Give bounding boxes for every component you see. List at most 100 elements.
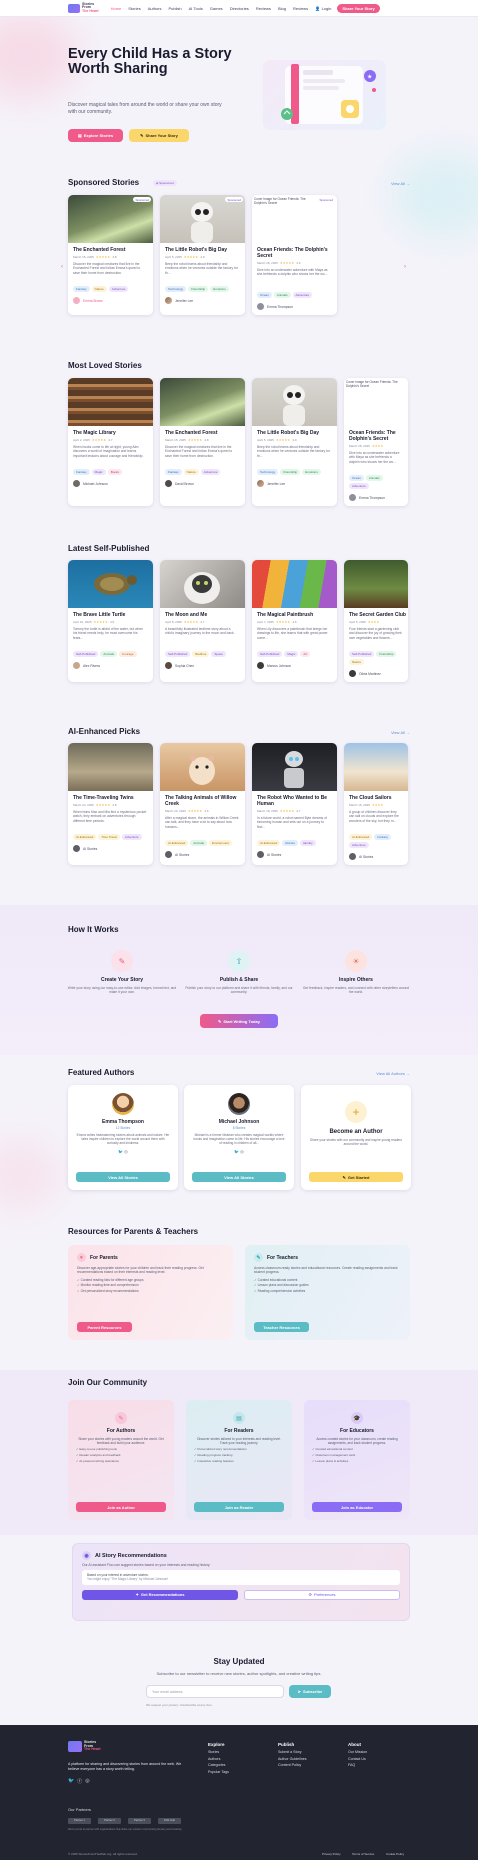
story-tag[interactable]: Friendship <box>280 469 301 475</box>
footer-link[interactable]: Content Policy <box>278 1763 307 1767</box>
story-tag[interactable]: Emotions <box>302 469 321 475</box>
story-tag[interactable]: Friendship <box>376 651 397 657</box>
story-card[interactable]: Sponsored The Little Robot's Big Day Apr… <box>160 195 245 315</box>
start-writing-button[interactable]: ✎ Start Writing Today <box>200 1014 278 1028</box>
nav-ai-tools[interactable]: AI Tools <box>189 6 203 11</box>
story-tag[interactable]: Animals <box>365 475 383 481</box>
story-card[interactable]: The Enchanted Forest March 15, 2025 ★★★★★… <box>160 378 245 506</box>
subscribe-button[interactable]: ➤ Subscribe <box>289 1685 331 1698</box>
story-title[interactable]: The Moon and Me <box>165 612 240 618</box>
get-recommendations-button[interactable]: ✦ Get Recommendations <box>82 1589 238 1600</box>
story-author[interactable]: David Brown <box>165 480 240 487</box>
instagram-icon[interactable]: ◎ <box>85 1778 89 1785</box>
nav-publish[interactable]: Publish <box>169 6 182 11</box>
story-card[interactable]: Sponsored The Enchanted Forest March 15,… <box>68 195 153 315</box>
story-tag[interactable]: Fantasy <box>73 469 90 475</box>
story-tag[interactable]: Adventure <box>108 286 129 292</box>
preferences-button[interactable]: ⚙ Preferences <box>243 1589 400 1600</box>
story-tag[interactable]: Magic <box>91 469 106 475</box>
join-author-button[interactable]: Join as Author <box>76 1502 166 1512</box>
terms-link[interactable]: Terms of Service <box>352 1852 374 1856</box>
story-title[interactable]: The Magical Paintbrush <box>257 612 332 618</box>
story-title[interactable]: The Enchanted Forest <box>165 430 240 436</box>
partner-logo[interactable]: Kids' Hub <box>158 1818 181 1824</box>
story-title[interactable]: The Magic Library <box>73 430 148 436</box>
nav-home[interactable]: Home <box>111 6 122 11</box>
join-reader-button[interactable]: Join as Reader <box>194 1502 284 1512</box>
story-tag[interactable]: Self-Published <box>165 651 191 657</box>
story-tag[interactable]: Identity <box>299 840 316 846</box>
story-tag[interactable]: Adventure <box>349 842 369 848</box>
story-title[interactable]: The Cloud Sailors <box>349 795 403 801</box>
partner-logo[interactable]: Partner 3 <box>128 1818 151 1824</box>
story-card[interactable]: The Talking Animals of Willow Creek Marc… <box>160 743 245 865</box>
story-author[interactable]: Alex Rivera <box>73 662 148 669</box>
footer-link[interactable]: Our Mission <box>348 1750 367 1754</box>
nav-games[interactable]: Games <box>210 6 223 11</box>
instagram-icon[interactable]: ◎ <box>124 1149 128 1154</box>
nav-blog[interactable]: Blog <box>278 6 286 11</box>
story-author[interactable]: AI Stories <box>165 851 240 858</box>
story-tag[interactable]: AI-Enhanced <box>349 834 373 840</box>
story-tag[interactable]: Courage <box>119 651 137 657</box>
privacy-link[interactable]: Privacy Policy <box>322 1852 341 1856</box>
story-tag[interactable]: Animals <box>100 651 118 657</box>
teacher-resources-button[interactable]: Teacher Resources <box>254 1322 309 1332</box>
story-card[interactable]: The Time-Traveling Twins March 22, 2025 ★… <box>68 743 153 865</box>
twitter-icon[interactable]: 🐦 <box>68 1778 74 1785</box>
parent-resources-button[interactable]: Parent Resources <box>77 1322 132 1332</box>
footer-link[interactable]: Submit a Story <box>278 1750 307 1754</box>
story-tag[interactable]: Nature <box>91 286 107 292</box>
story-tag[interactable]: Emotions <box>210 286 229 292</box>
story-author[interactable]: Michael Johnson <box>73 480 148 487</box>
story-title[interactable]: The Little Robot's Big Day <box>257 430 332 436</box>
story-author[interactable]: Sophia Chen <box>165 662 240 669</box>
story-card[interactable]: The Brave Little Turtle April 10, 2025 ★★… <box>68 560 153 682</box>
story-tag[interactable]: Adventure <box>292 292 313 298</box>
story-tag[interactable]: AI-Enhanced <box>73 834 97 840</box>
nav-reviews-2[interactable]: Reviews <box>293 6 308 11</box>
story-author[interactable]: Emma Thompson <box>257 303 332 310</box>
authors-view-all[interactable]: View All Authors → <box>376 1071 410 1076</box>
story-title[interactable]: The Secret Garden Club <box>349 612 406 618</box>
story-tag[interactable]: Adventure <box>349 483 369 489</box>
story-author[interactable]: Emma Brown <box>73 297 148 304</box>
story-card[interactable]: The Moon and Me April 8, 2025 ★★★★★ 4.7 A … <box>160 560 245 682</box>
story-tag[interactable]: Friendship <box>188 286 209 292</box>
story-author[interactable]: AI Stories <box>257 851 332 858</box>
story-tag[interactable]: Fantasy <box>165 469 182 475</box>
story-tag[interactable]: Environment <box>209 840 232 846</box>
story-author[interactable]: Emma Thompson <box>349 494 403 501</box>
author-name[interactable]: Emma Thompson <box>68 1119 178 1125</box>
footer-link[interactable]: Author Guidelines <box>278 1757 307 1761</box>
site-logo[interactable]: Stories From The Heart <box>68 2 99 14</box>
story-title[interactable]: The Time-Traveling Twins <box>73 795 148 801</box>
story-tag[interactable]: Books <box>107 469 123 475</box>
carousel-prev-icon[interactable]: ‹ <box>61 264 63 270</box>
share-story-button[interactable]: ✎ Share Your Story <box>129 129 189 142</box>
story-tag[interactable]: Time Travel <box>98 834 120 840</box>
story-card[interactable]: The Robot Who Wanted to Be Human March 1… <box>252 743 337 865</box>
partner-logo[interactable]: Partner 1 <box>68 1818 91 1824</box>
story-tag[interactable]: Ocean <box>349 475 364 481</box>
story-title[interactable]: The Enchanted Forest <box>73 247 148 253</box>
footer-link[interactable]: Authors <box>208 1757 229 1761</box>
partner-logo[interactable]: Partner 2 <box>98 1818 121 1824</box>
footer-link[interactable]: Popular Tags <box>208 1770 229 1774</box>
footer-link[interactable]: Contact Us <box>348 1757 367 1761</box>
view-author-stories-button[interactable]: View All Stories <box>192 1172 286 1182</box>
story-tag[interactable]: Technology <box>165 286 187 292</box>
author-name[interactable]: Michael Johnson <box>184 1119 294 1125</box>
nav-stories[interactable]: Stories <box>128 6 140 11</box>
story-tag[interactable]: Fantasy <box>374 834 392 840</box>
story-author[interactable]: AI Stories <box>349 853 403 860</box>
story-title[interactable]: The Robot Who Wanted to Be Human <box>257 795 332 807</box>
story-tag[interactable]: Animals <box>190 840 208 846</box>
story-title[interactable]: The Talking Animals of Willow Creek <box>165 795 240 807</box>
story-card[interactable]: Cover image for Ocean Friends: The Dolph… <box>252 195 337 315</box>
instagram-icon[interactable]: ◎ <box>240 1149 244 1154</box>
story-author[interactable]: Olivia Martinez <box>349 670 403 677</box>
story-tag[interactable]: Bedtime <box>192 651 210 657</box>
story-tag[interactable]: Animals <box>273 292 291 298</box>
story-title[interactable]: The Little Robot's Big Day <box>165 247 240 253</box>
